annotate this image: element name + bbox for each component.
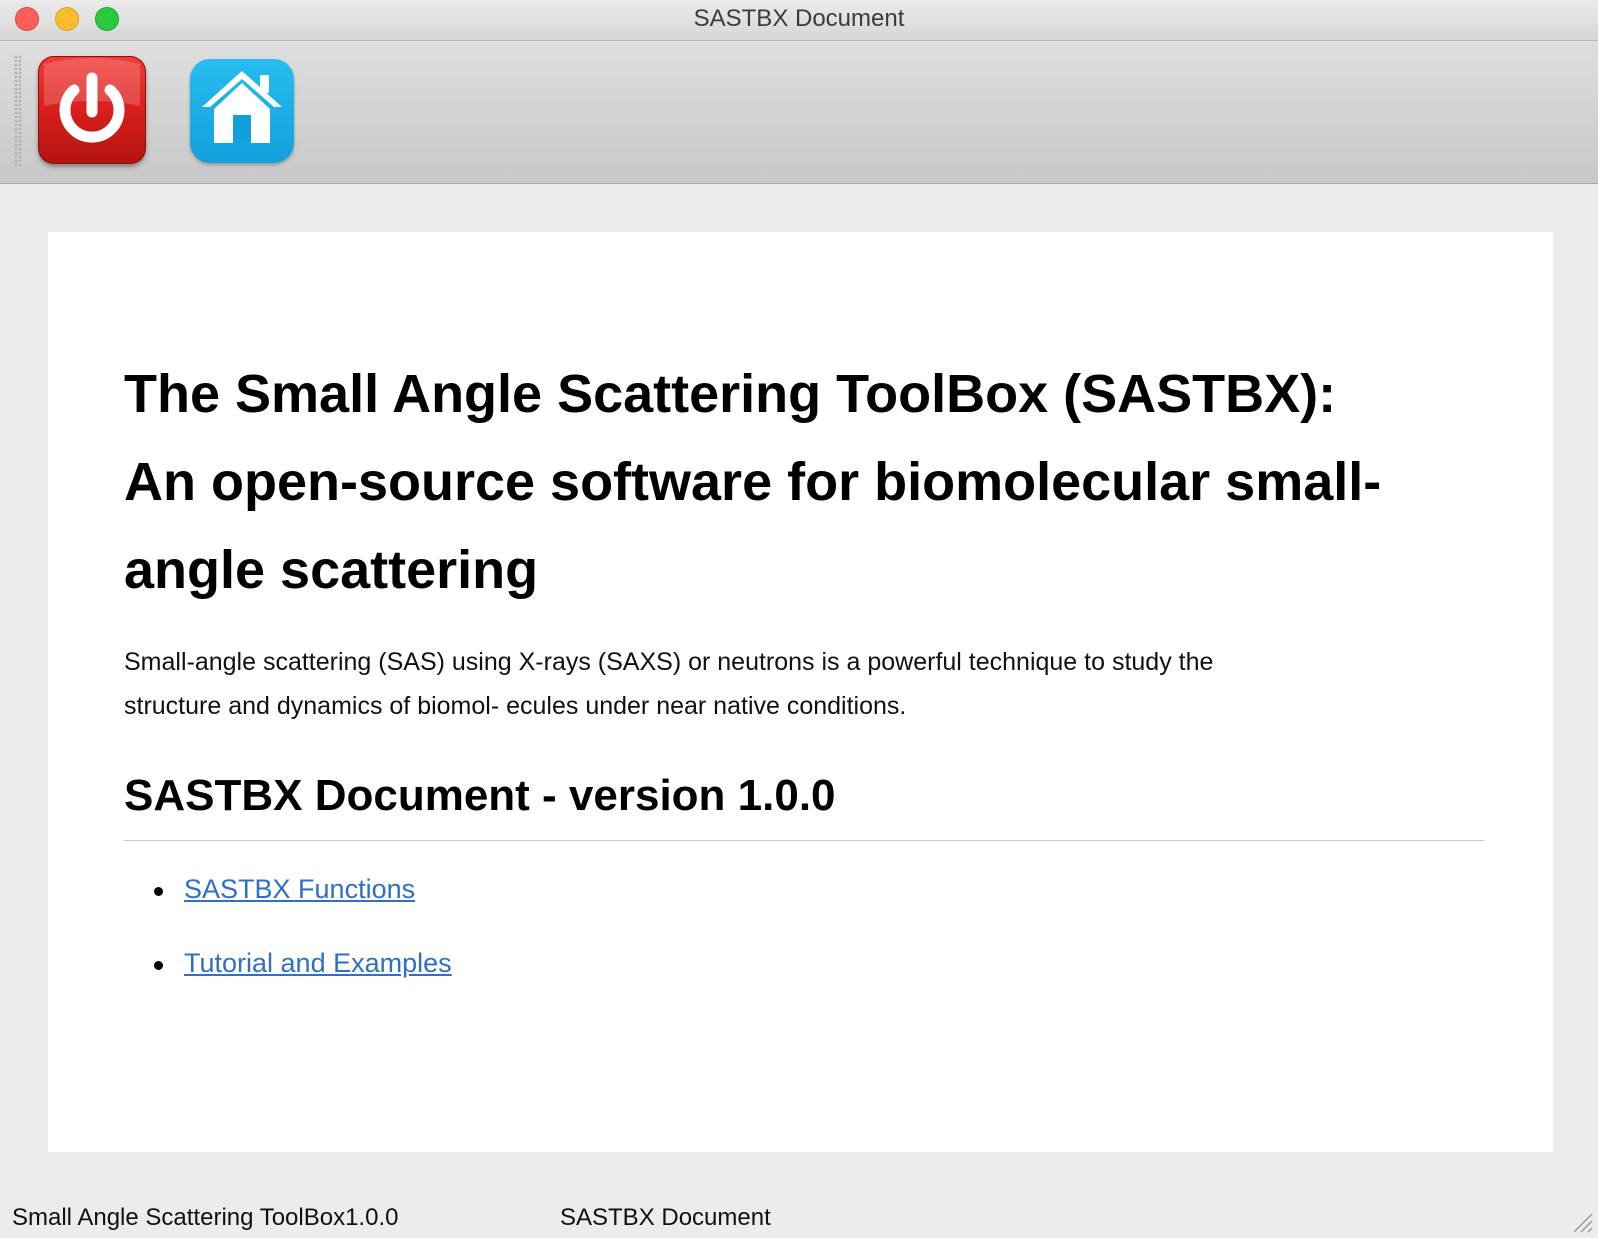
window-title: SASTBX Document xyxy=(693,5,905,32)
list-item: Tutorial and Examples xyxy=(124,943,1484,1017)
intro-paragraph: Small-angle scattering (SAS) using X-ray… xyxy=(124,640,1404,728)
power-icon xyxy=(44,58,140,143)
heading-line-1: The Small Angle Scattering ToolBox (SAST… xyxy=(124,364,1337,424)
toolbar-grip[interactable] xyxy=(14,55,22,167)
app-window: SASTBX Document The Small Angle Scatteri… xyxy=(0,0,1598,1238)
document-content: The Small Angle Scattering ToolBox (SAST… xyxy=(124,350,1484,1017)
link-tutorial-and-examples[interactable]: Tutorial and Examples xyxy=(184,948,452,978)
document-view: The Small Angle Scattering ToolBox (SAST… xyxy=(48,232,1553,1152)
heading-line-2: An open-source software for biomolecular… xyxy=(124,452,1382,512)
bullet-icon xyxy=(154,887,163,896)
version-title: SASTBX Document - version 1.0.0 xyxy=(124,766,1484,841)
document-heading: The Small Angle Scattering ToolBox (SAST… xyxy=(124,350,1484,614)
intro-line-2: structure and dynamics of biomol- ecules… xyxy=(124,692,907,720)
title-bar: SASTBX Document xyxy=(0,0,1598,41)
status-document-name: SASTBX Document xyxy=(560,1204,771,1231)
home-icon xyxy=(202,71,282,143)
resize-grip-icon[interactable] xyxy=(1568,1208,1594,1234)
power-button[interactable] xyxy=(38,56,146,164)
document-links: SASTBX Functions Tutorial and Examples xyxy=(124,869,1484,1017)
status-app-version: Small Angle Scattering ToolBox1.0.0 xyxy=(12,1204,399,1231)
heading-line-3: angle scattering xyxy=(124,540,539,600)
intro-line-1: Small-angle scattering (SAS) using X-ray… xyxy=(124,648,1214,676)
home-button[interactable] xyxy=(190,59,294,163)
link-sastbx-functions[interactable]: SASTBX Functions xyxy=(184,874,415,904)
status-bar: Small Angle Scattering ToolBox1.0.0 SAST… xyxy=(0,1196,1598,1238)
toolbar xyxy=(0,41,1598,184)
bullet-icon xyxy=(154,961,163,970)
list-item: SASTBX Functions xyxy=(124,869,1484,943)
